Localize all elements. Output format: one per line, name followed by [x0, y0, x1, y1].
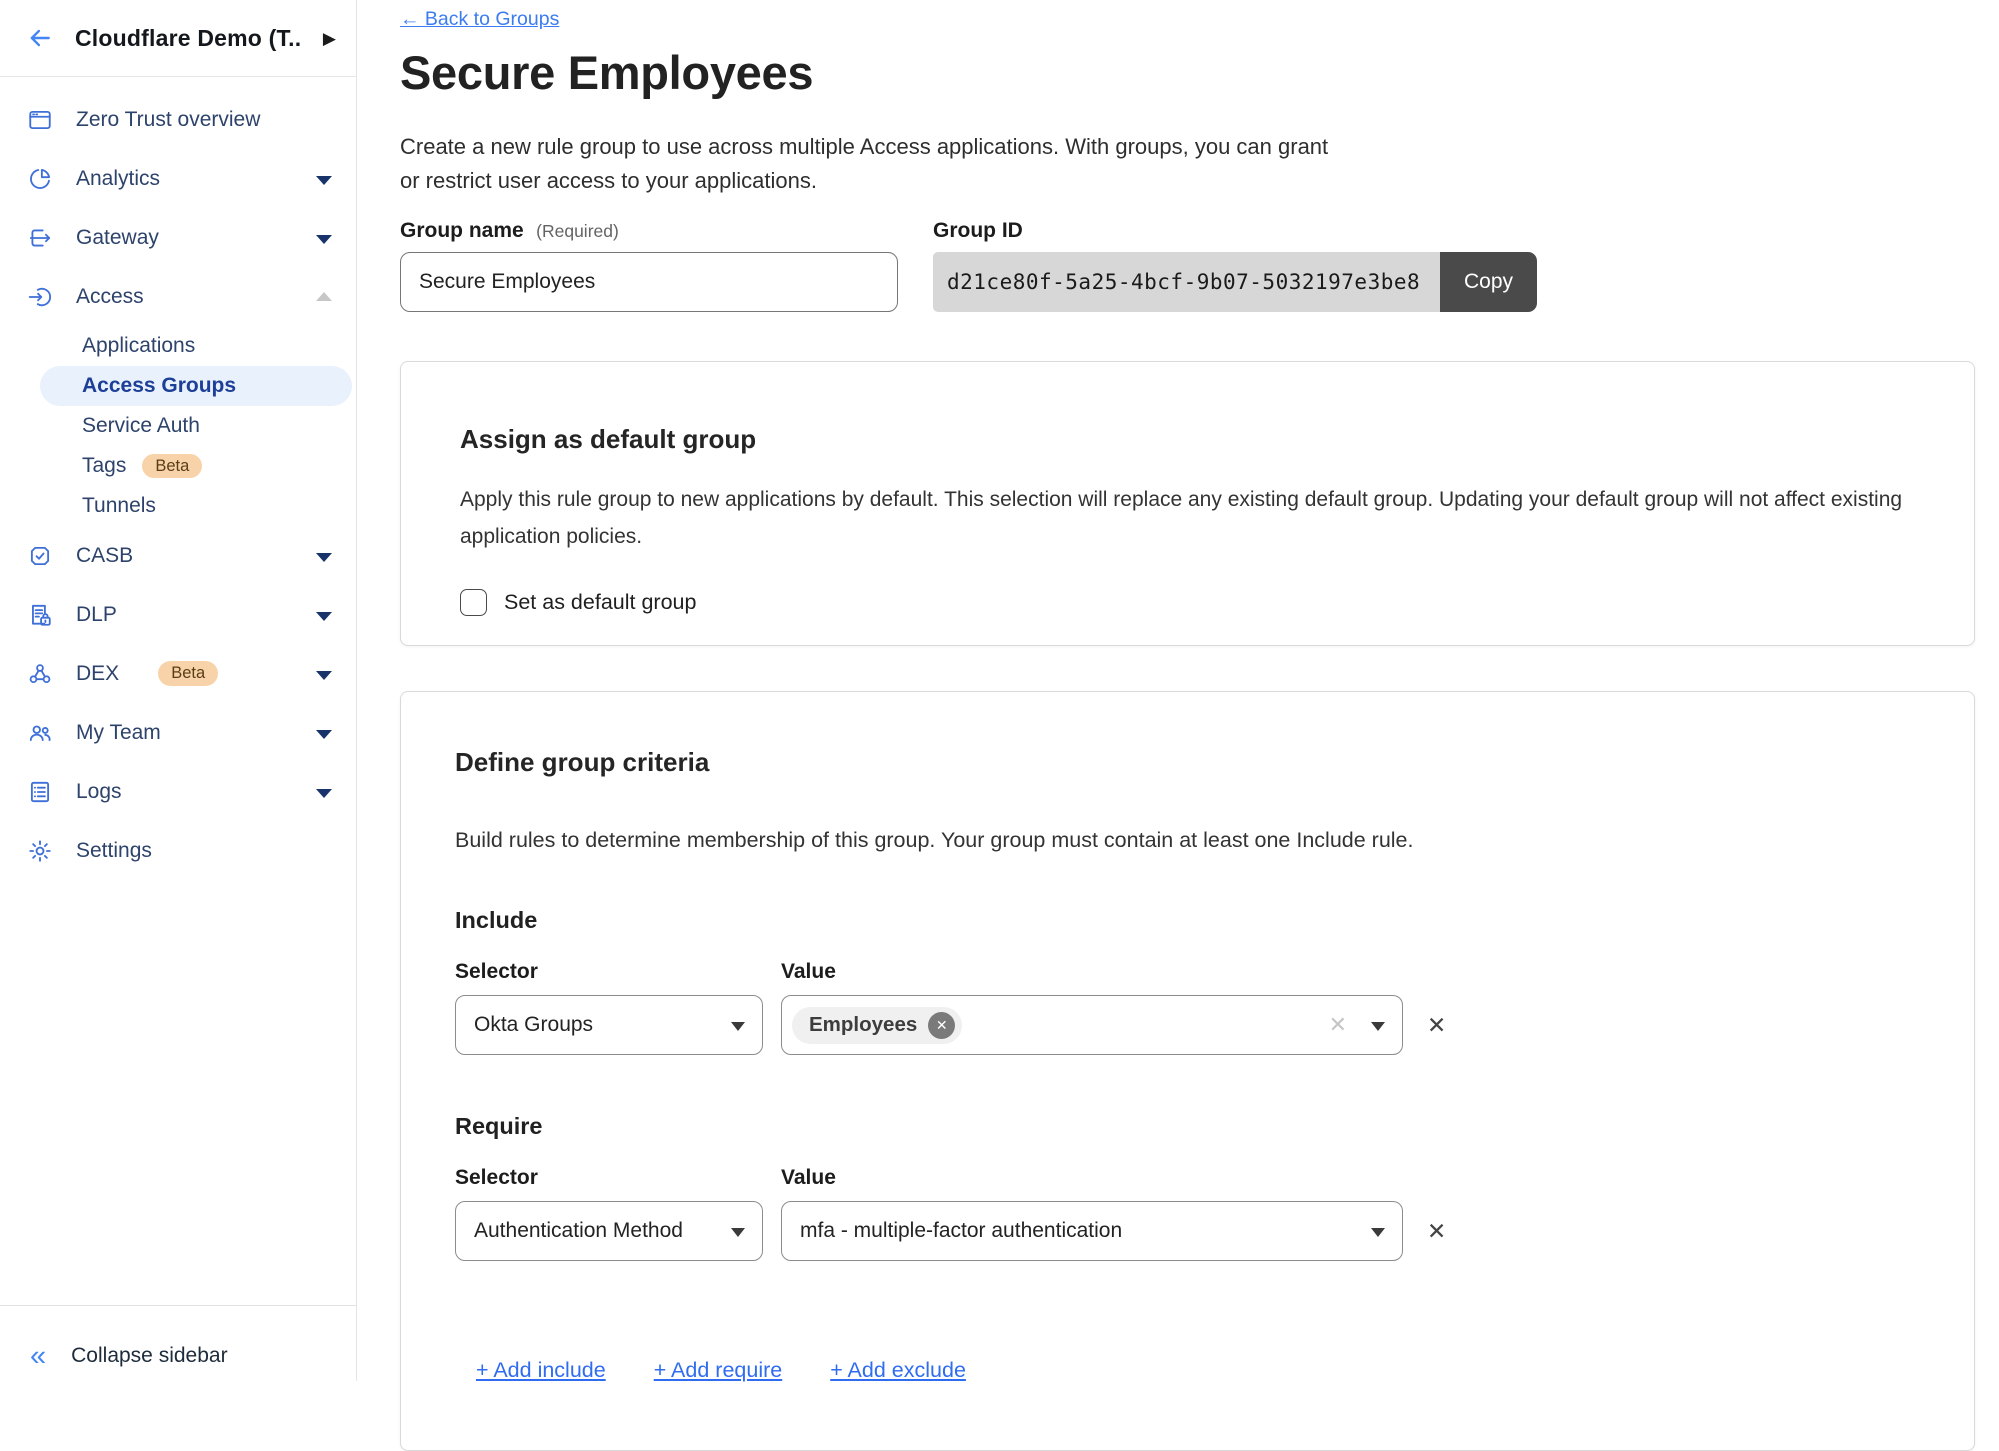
add-include-link[interactable]: + Add include: [476, 1358, 606, 1383]
team-people-icon: [27, 720, 53, 746]
pie-chart-icon: [27, 166, 53, 192]
account-name[interactable]: Cloudflare Demo (T...: [75, 25, 301, 52]
add-rule-links-row: + Add include + Add require + Add exclud…: [455, 1358, 1974, 1383]
include-selector-dropdown[interactable]: Okta Groups: [455, 995, 763, 1055]
gateway-arrow-icon: [27, 225, 53, 251]
group-name-label: Group name: [400, 219, 524, 242]
card-title: Assign as default group: [460, 424, 1914, 455]
sidebar-item-access[interactable]: Access: [0, 267, 356, 326]
chevron-down-icon: [731, 1022, 745, 1031]
sidebar-item-dlp[interactable]: DLP: [0, 585, 356, 644]
login-arrow-icon: [27, 284, 53, 310]
sidebar: Cloudflare Demo (T... ▶ Zero Trust overv…: [0, 0, 357, 1381]
value-label: Value: [781, 1166, 836, 1190]
sidebar-item-access-groups[interactable]: Access Groups: [40, 366, 352, 406]
sidebar-item-analytics[interactable]: Analytics: [0, 149, 356, 208]
include-value-multiselect[interactable]: Employees ✕ ✕: [781, 995, 1403, 1055]
chevron-down-icon: [316, 553, 332, 562]
account-switch-chevron-icon[interactable]: ▶: [323, 30, 336, 47]
require-heading: Require: [455, 1113, 1974, 1140]
back-to-groups-link[interactable]: ← Back to Groups: [400, 8, 559, 31]
remove-include-rule-icon[interactable]: ✕: [1427, 1014, 1446, 1037]
card-title: Define group criteria: [455, 747, 1974, 778]
require-labels-row: Selector Value: [455, 1166, 1974, 1190]
clear-value-icon[interactable]: ✕: [1329, 1012, 1347, 1038]
set-default-group-label: Set as default group: [504, 590, 696, 615]
sidebar-item-dex[interactable]: DEX Beta: [0, 644, 356, 703]
chevron-down-icon: [316, 730, 332, 739]
sidebar-header: Cloudflare Demo (T... ▶: [0, 0, 356, 77]
add-require-link[interactable]: + Add require: [654, 1358, 783, 1383]
include-rule-row: Okta Groups Employees ✕ ✕ ✕: [455, 995, 1974, 1055]
selector-label: Selector: [455, 1166, 781, 1190]
sidebar-item-zero-trust-overview[interactable]: Zero Trust overview: [0, 90, 356, 149]
log-list-icon: [27, 779, 53, 805]
group-id-label: Group ID: [933, 219, 1537, 243]
beta-badge: Beta: [158, 661, 218, 686]
require-rule-row: Authentication Method mfa - multiple-fac…: [455, 1201, 1974, 1261]
sidebar-item-tunnels[interactable]: Tunnels: [0, 486, 356, 526]
beta-badge: Beta: [142, 454, 202, 479]
chevron-down-icon: [316, 789, 332, 798]
chevron-down-icon: [316, 235, 332, 244]
browser-window-icon: [27, 107, 53, 133]
group-id-value: d21ce80f-5a25-4bcf-9b07-5032197e3be8: [933, 252, 1440, 312]
group-name-field-block: Group name (Required): [400, 219, 898, 312]
chevron-down-icon: [316, 671, 332, 680]
required-note: (Required): [536, 221, 619, 241]
chevron-down-icon: [316, 176, 332, 185]
collapse-sidebar-label: Collapse sidebar: [71, 1344, 227, 1368]
copy-button[interactable]: Copy: [1440, 252, 1537, 312]
define-group-criteria-card: Define group criteria Build rules to det…: [400, 691, 1975, 1451]
network-nodes-icon: [27, 661, 53, 687]
sidebar-item-settings[interactable]: Settings: [0, 821, 356, 880]
value-chip: Employees ✕: [792, 1007, 962, 1044]
group-name-input[interactable]: [400, 252, 898, 312]
gear-icon: [27, 838, 53, 864]
remove-require-rule-icon[interactable]: ✕: [1427, 1220, 1446, 1243]
chip-remove-icon[interactable]: ✕: [928, 1012, 955, 1039]
require-selector-dropdown[interactable]: Authentication Method: [455, 1201, 763, 1261]
chevron-up-icon: [316, 292, 332, 301]
set-default-group-checkbox[interactable]: [460, 589, 487, 616]
sidebar-item-tags[interactable]: Tags Beta: [0, 446, 356, 486]
back-arrow-icon[interactable]: [27, 25, 53, 51]
group-identity-row: Group name (Required) Group ID d21ce80f-…: [400, 219, 1999, 312]
chevron-down-icon: [1371, 1228, 1385, 1237]
chevron-down-icon: [731, 1228, 745, 1237]
sidebar-item-my-team[interactable]: My Team: [0, 703, 356, 762]
include-labels-row: Selector Value: [455, 960, 1974, 984]
card-description: Apply this rule group to new application…: [460, 481, 1914, 555]
chevron-down-icon: [316, 612, 332, 621]
card-description: Build rules to determine membership of t…: [455, 828, 1974, 853]
require-value-dropdown[interactable]: mfa - multiple-factor authentication: [781, 1201, 1403, 1261]
add-exclude-link[interactable]: + Add exclude: [830, 1358, 966, 1383]
set-default-group-checkbox-row: Set as default group: [460, 589, 1914, 616]
chevron-down-icon: [1371, 1022, 1385, 1031]
include-heading: Include: [455, 907, 1974, 934]
sidebar-item-applications[interactable]: Applications: [0, 326, 356, 366]
document-lock-icon: [27, 602, 53, 628]
page-description: Create a new rule group to use across mu…: [400, 130, 1999, 197]
selector-label: Selector: [455, 960, 781, 984]
sidebar-item-gateway[interactable]: Gateway: [0, 208, 356, 267]
value-label: Value: [781, 960, 836, 984]
sidebar-item-service-auth[interactable]: Service Auth: [0, 406, 356, 446]
group-id-block: Group ID d21ce80f-5a25-4bcf-9b07-5032197…: [933, 219, 1537, 312]
shield-check-icon: [27, 543, 53, 569]
assign-default-group-card: Assign as default group Apply this rule …: [400, 361, 1975, 646]
collapse-sidebar-button[interactable]: « Collapse sidebar: [0, 1305, 356, 1381]
page-title: Secure Employees: [400, 47, 1999, 99]
sidebar-item-casb[interactable]: CASB: [0, 526, 356, 585]
sidebar-item-logs[interactable]: Logs: [0, 762, 356, 821]
sidebar-nav: Zero Trust overview Analytics Gateway: [0, 77, 356, 880]
main-content: ← Back to Groups Secure Employees Create…: [357, 0, 1999, 1381]
